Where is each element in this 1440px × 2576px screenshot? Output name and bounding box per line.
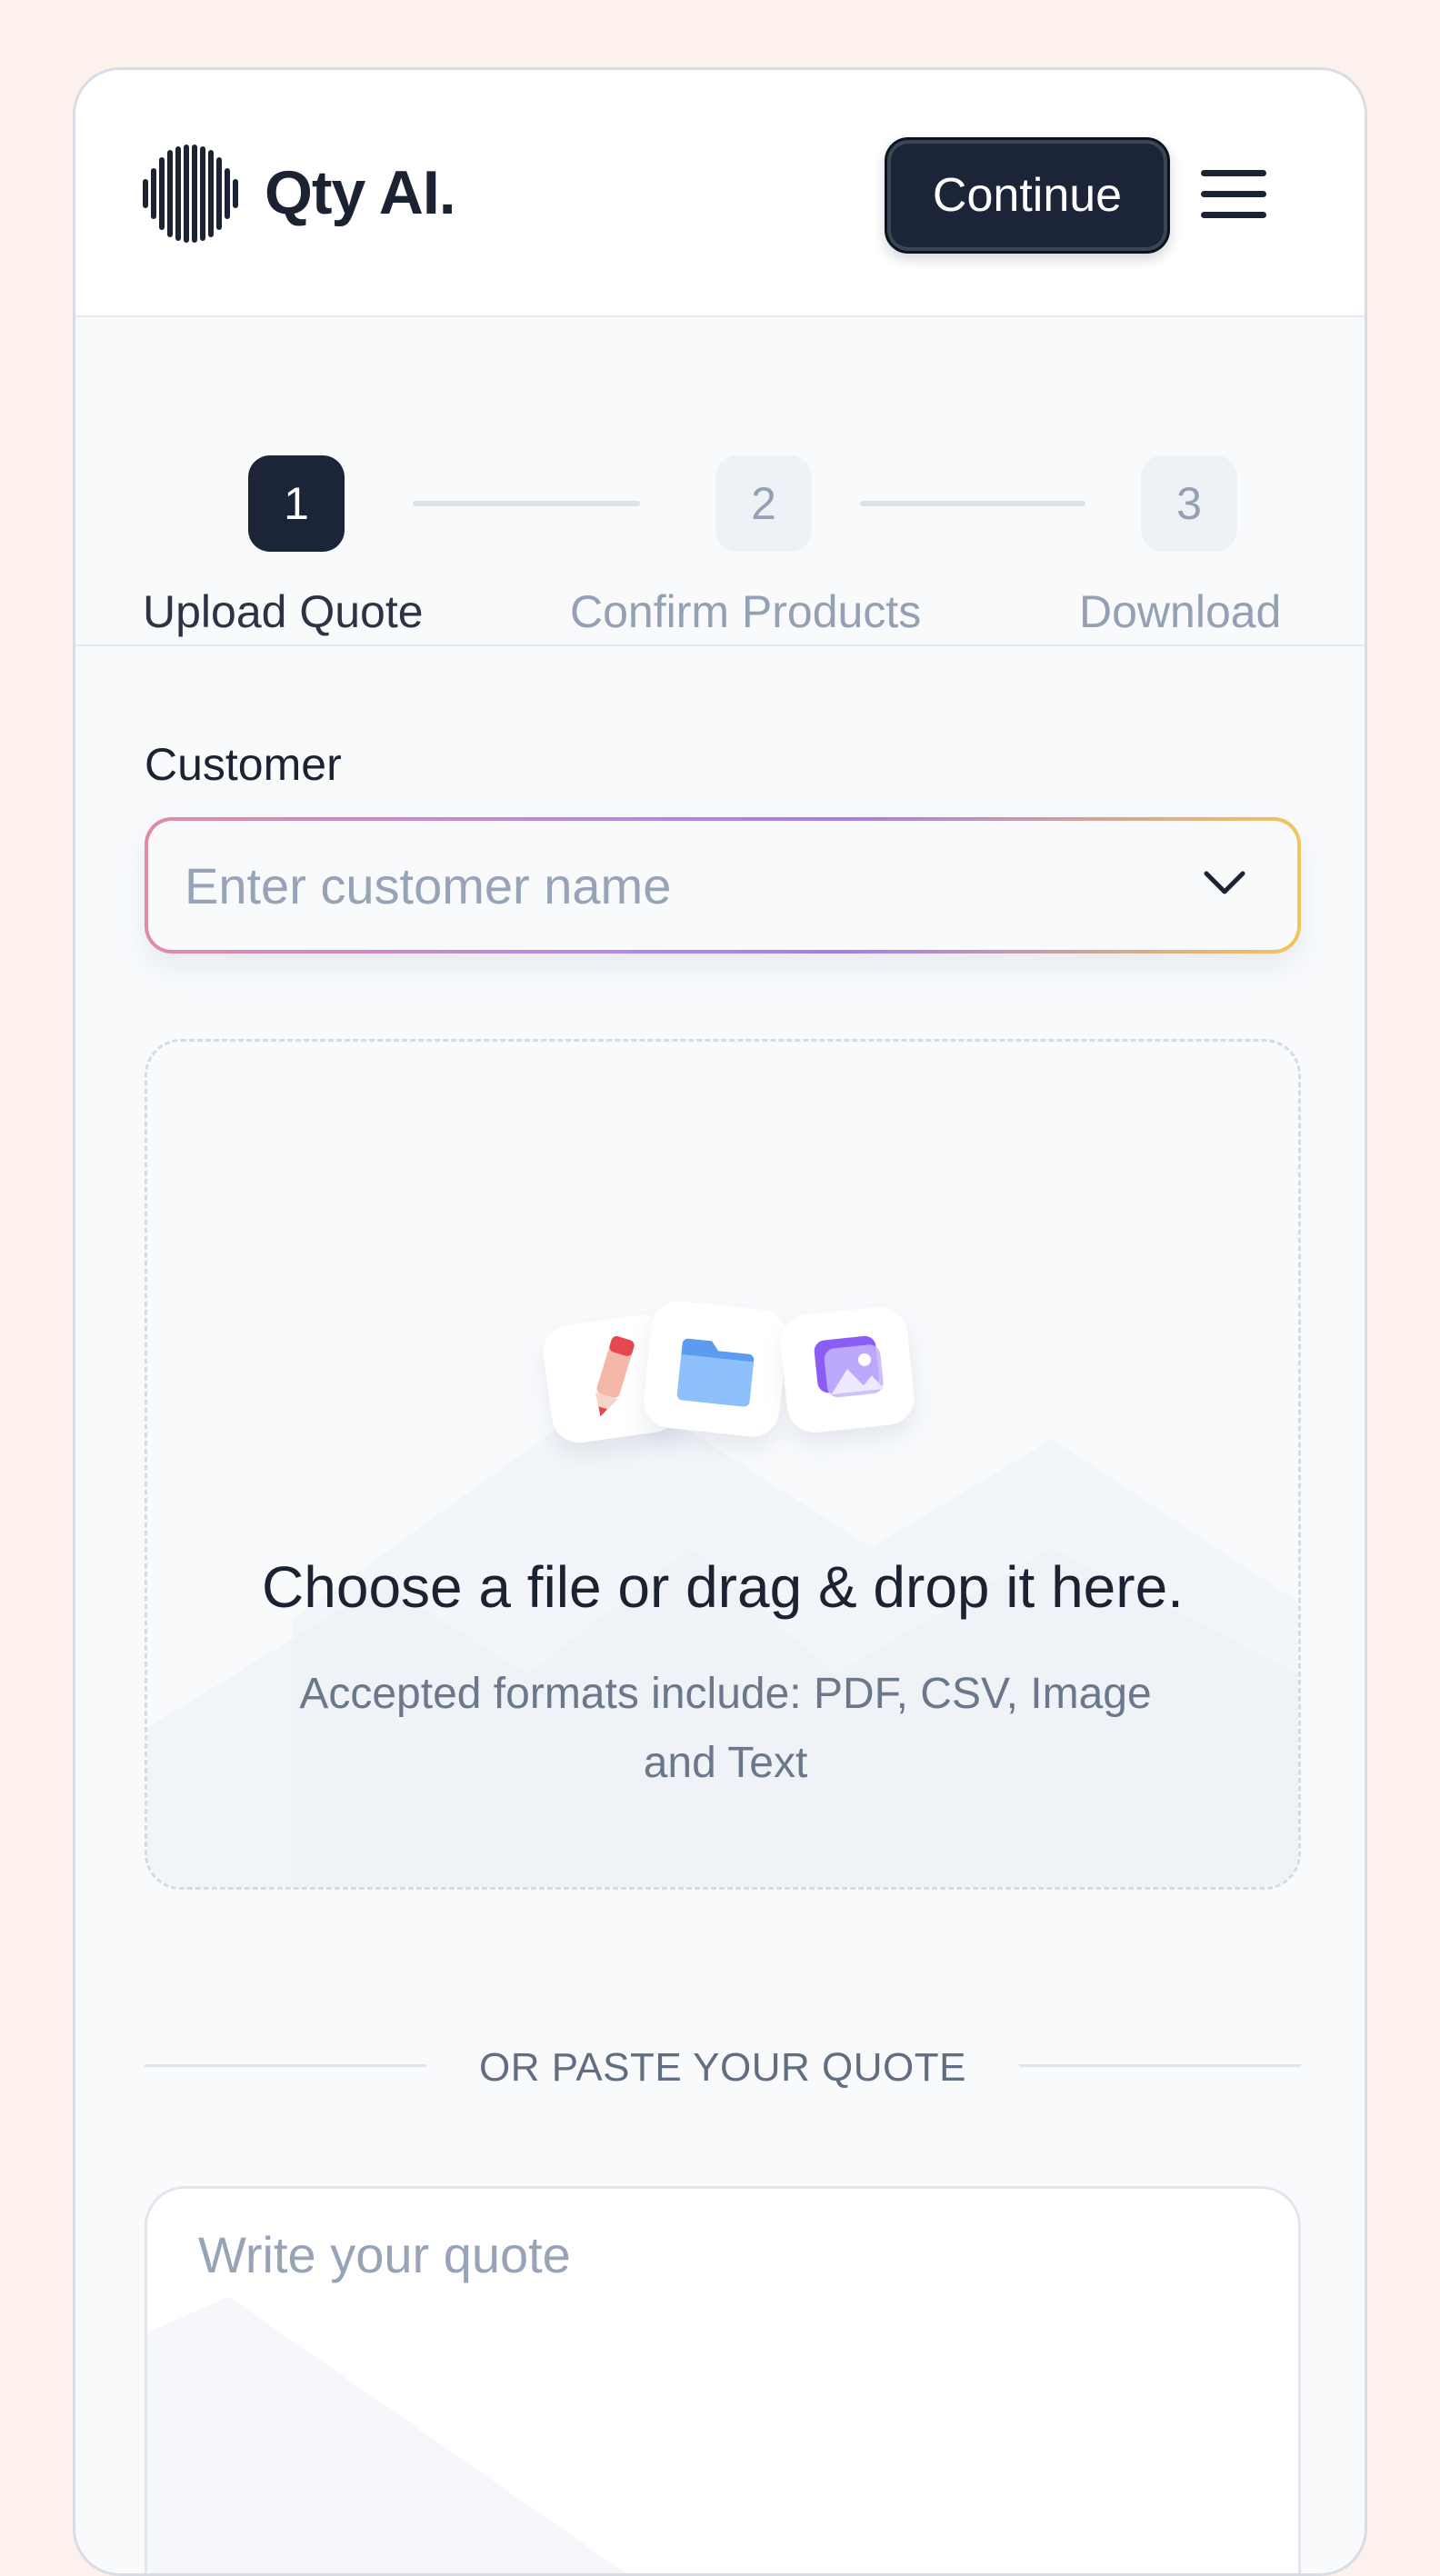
top-header: Qty AI. Continue <box>75 70 1365 317</box>
step-2-number[interactable]: 2 <box>715 455 812 552</box>
logo-icon <box>143 145 238 243</box>
file-type-icons <box>539 1296 929 1451</box>
brand-name: Qty AI. <box>265 158 456 227</box>
hamburger-menu-icon[interactable] <box>1197 157 1270 230</box>
folder-icon-card <box>641 1298 790 1440</box>
customer-label: Customer <box>145 739 342 790</box>
progress-stepper: 1 2 3 Upload Quote Confirm Products Down… <box>75 317 1365 646</box>
image-icon-card <box>777 1304 917 1435</box>
customer-select-inner <box>148 821 1297 950</box>
paste-divider-text: OR PASTE YOUR QUOTE <box>479 2045 966 2090</box>
quote-input[interactable] <box>198 2225 1244 2573</box>
dropzone-subtitle: Accepted formats include: PDF, CSV, Imag… <box>299 1670 1152 1787</box>
customer-select[interactable] <box>145 817 1301 954</box>
paste-divider: OR PASTE YOUR QUOTE <box>145 1955 1301 2182</box>
menu-bar <box>1201 170 1266 176</box>
step-connector <box>860 501 1085 506</box>
step-1-number[interactable]: 1 <box>248 455 345 552</box>
step-2-label: Confirm Products <box>570 586 922 637</box>
customer-name-input[interactable] <box>185 821 1148 950</box>
step-1-label: Upload Quote <box>143 586 424 637</box>
menu-bar <box>1201 212 1266 218</box>
step-3-label: Download <box>1079 586 1282 637</box>
image-icon <box>814 1335 885 1398</box>
step-connector <box>413 501 640 506</box>
dropzone-title: Choose a file or drag & drop it here. <box>262 1554 1184 1620</box>
file-dropzone[interactable]: Choose a file or drag & drop it here. Ac… <box>145 1039 1301 1890</box>
menu-bar <box>1201 191 1266 197</box>
continue-button[interactable]: Continue <box>885 137 1170 254</box>
app-background: Qty AI. Continue 1 2 3 Upload Quote Conf… <box>0 0 1440 2576</box>
quote-textarea-container <box>145 2186 1301 2573</box>
step-3-number[interactable]: 3 <box>1141 455 1237 552</box>
folder-icon <box>676 1338 755 1407</box>
app-window: Qty AI. Continue 1 2 3 Upload Quote Conf… <box>73 67 1367 2576</box>
chevron-down-icon[interactable] <box>1201 864 1248 901</box>
